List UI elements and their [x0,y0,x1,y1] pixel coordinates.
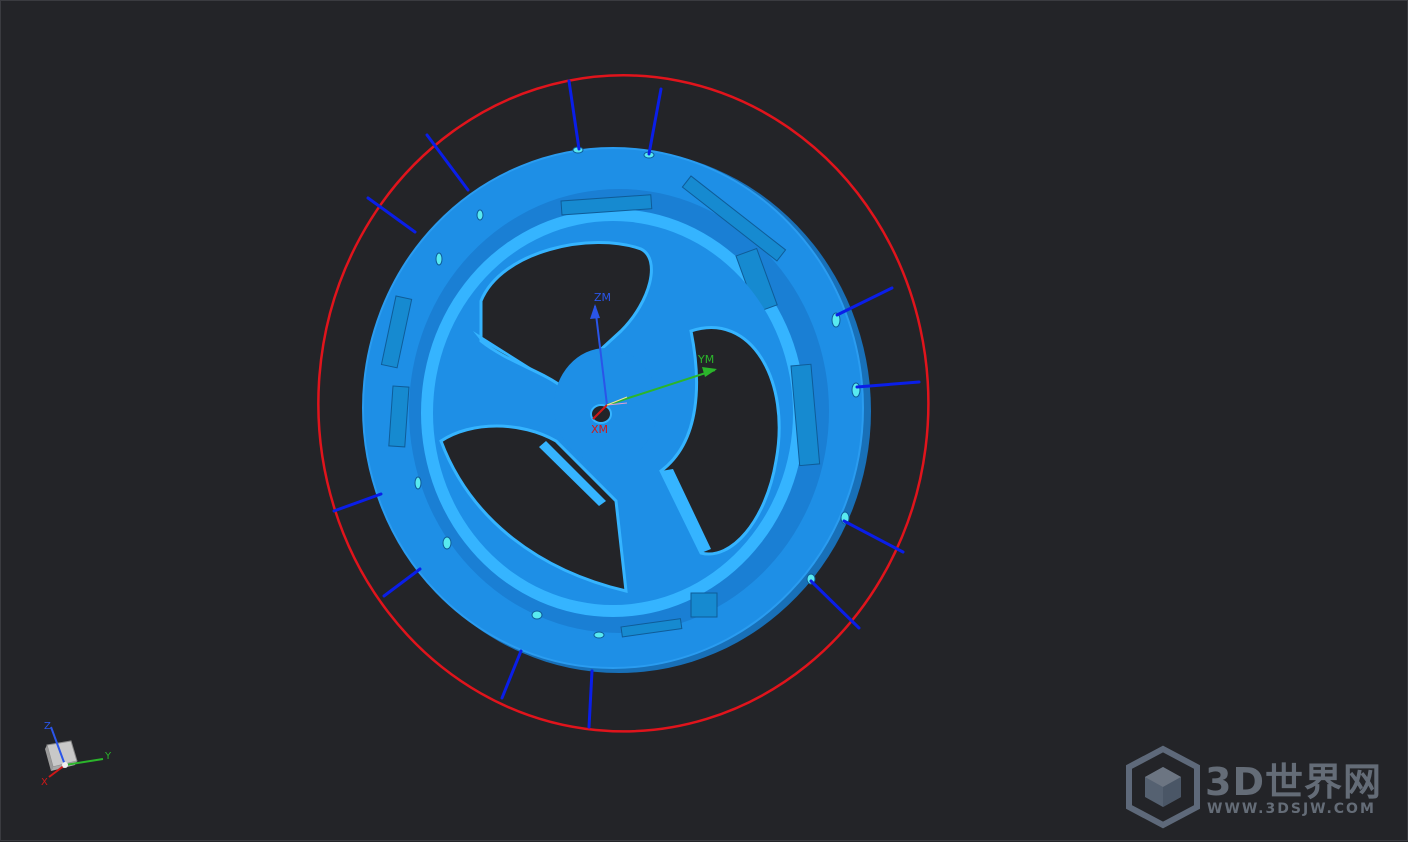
triad-z-label: Z [44,721,51,732]
ym-label: YM [697,353,714,366]
xm-label: XM [591,423,608,436]
triad-x-label: X [41,777,48,788]
watermark: 3D世界网 WWW.3DSJW.COM [1123,745,1393,829]
cube-logo-icon [1126,745,1200,829]
center-bore [590,404,612,424]
triad-origin [62,762,68,768]
zm-label: ZM [594,291,611,304]
watermark-url: WWW.3DSJW.COM [1207,801,1376,817]
view-triad[interactable]: Z Y X [31,713,121,793]
triad-y-label: Y [104,751,112,762]
watermark-title: 3D世界网 [1205,760,1382,804]
model-scene[interactable]: ZM YM XM [1,1,1408,842]
graphics-viewport[interactable]: ZM YM XM Z Y X 3D世界网 WWW.3DSJW.COM [0,0,1408,841]
